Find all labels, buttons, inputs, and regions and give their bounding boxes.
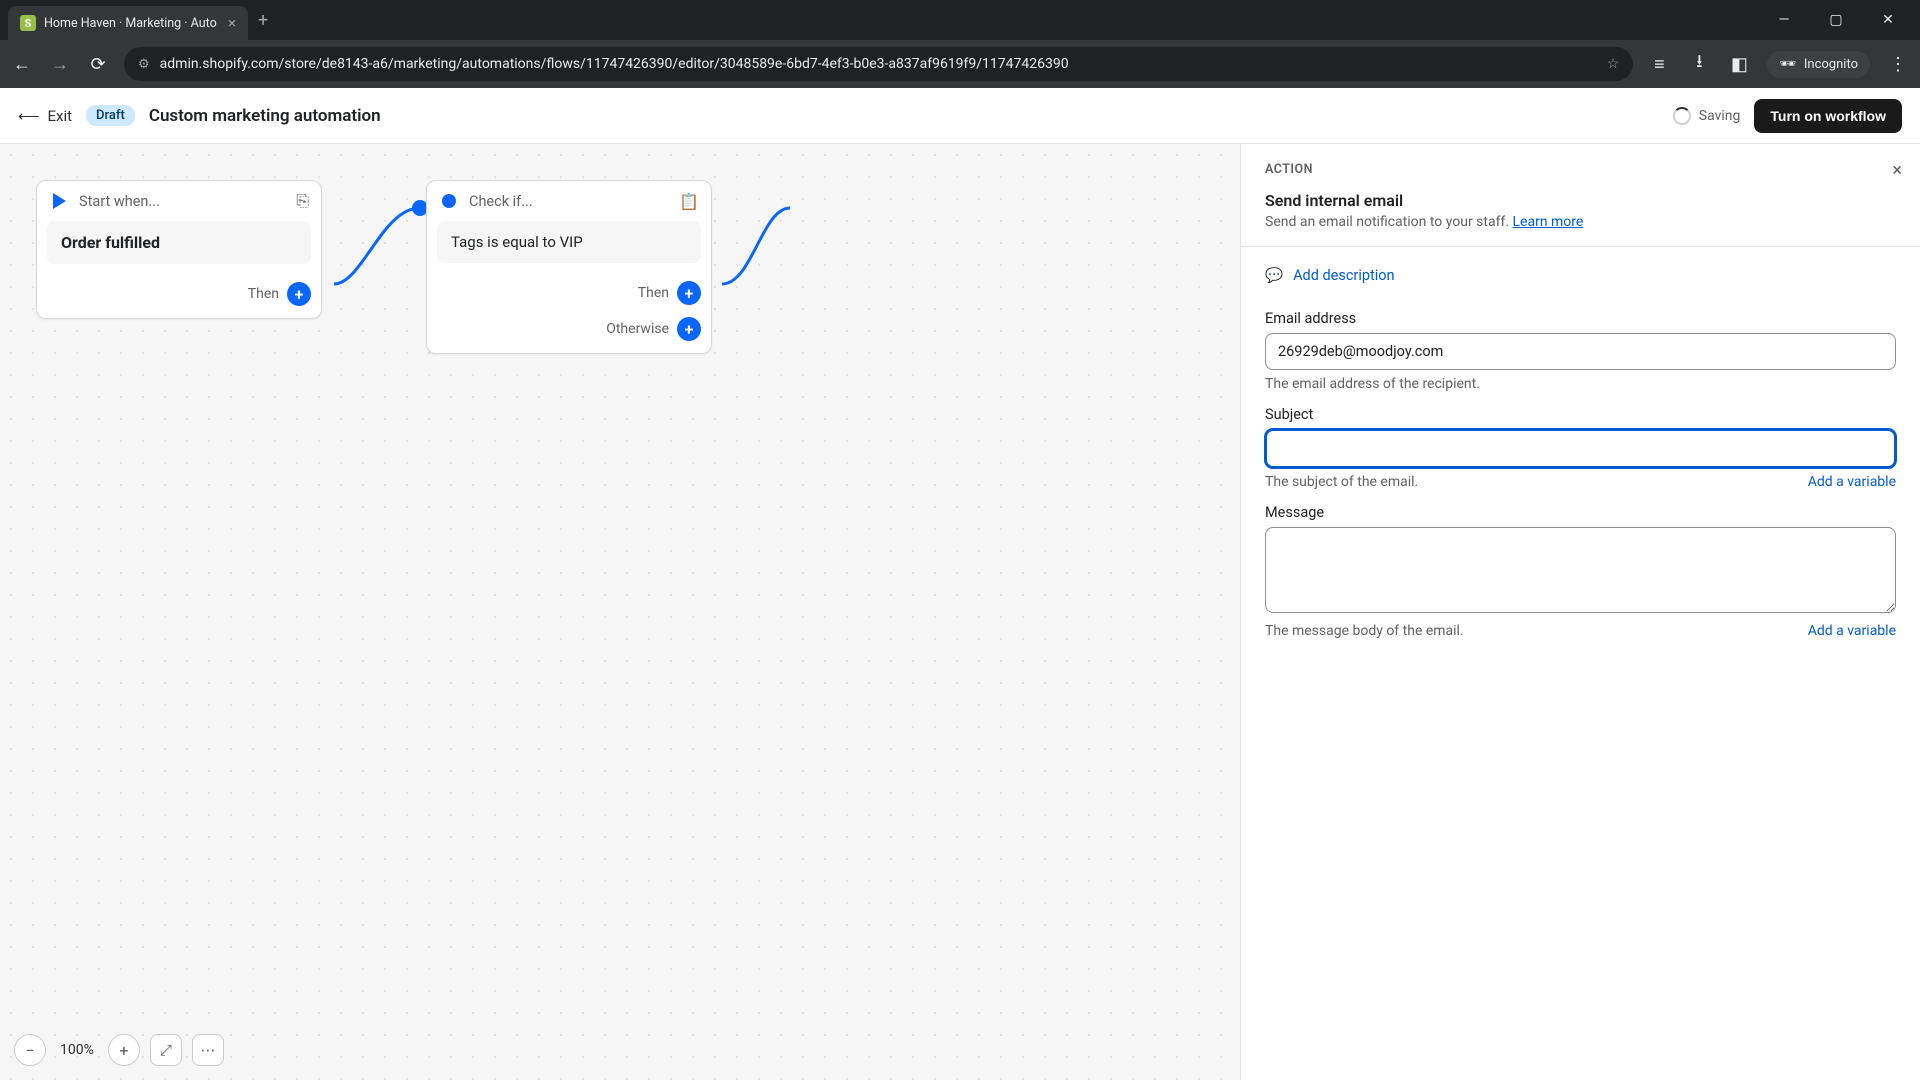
close-window-icon[interactable]: ✕	[1874, 12, 1902, 28]
zoom-out-button[interactable]: −	[14, 1034, 46, 1066]
fit-view-button[interactable]: ⤢	[150, 1034, 182, 1066]
start-node[interactable]: Start when... ⎘ Order fulfilled Then +	[36, 180, 322, 319]
message-label: Message	[1265, 504, 1896, 521]
start-node-body: Order fulfilled	[47, 221, 311, 264]
action-panel: × ACTION Send internal email Send an ema…	[1240, 144, 1920, 1080]
extensions-icon[interactable]: ≡	[1647, 54, 1671, 75]
site-settings-icon[interactable]: ⚙	[138, 57, 150, 72]
downloads-icon[interactable]: ⭳	[1687, 49, 1711, 79]
check-node-title: Check if...	[469, 193, 669, 210]
learn-more-link[interactable]: Learn more	[1513, 214, 1584, 230]
email-help: The email address of the recipient.	[1265, 376, 1480, 392]
canvas-more-button[interactable]: ⋯	[192, 1034, 224, 1066]
clipboard-icon: 📋	[679, 192, 699, 211]
workflow-canvas[interactable]: Start when... ⎘ Order fulfilled Then + C…	[0, 144, 1240, 1080]
url-text: admin.shopify.com/store/de8143-a6/market…	[160, 56, 1597, 72]
check-node[interactable]: Check if... 📋 Tags is equal to VIP Then …	[426, 180, 712, 354]
address-bar: ← → ⟳ ⚙ admin.shopify.com/store/de8143-a…	[0, 40, 1920, 88]
incognito-label: Incognito	[1804, 57, 1858, 72]
app-root: ⟵ Exit Draft Custom marketing automation…	[0, 88, 1920, 1080]
subject-add-variable-link[interactable]: Add a variable	[1808, 474, 1896, 490]
app-header: ⟵ Exit Draft Custom marketing automation…	[0, 88, 1920, 144]
email-input[interactable]	[1265, 333, 1896, 370]
otherwise-label: Otherwise	[606, 321, 669, 337]
start-node-header: Start when... ⎘	[37, 181, 321, 221]
exit-button[interactable]: ⟵ Exit	[18, 107, 72, 125]
add-step-button[interactable]: +	[287, 282, 311, 306]
zoom-toolbar: − 100% + ⤢ ⋯	[14, 1034, 224, 1066]
new-tab-button[interactable]: +	[258, 10, 268, 31]
check-node-body: Tags is equal to VIP	[437, 221, 701, 263]
side-panel-icon[interactable]: ◧	[1727, 54, 1751, 75]
page-title: Custom marketing automation	[149, 106, 381, 126]
minimize-icon[interactable]: ―	[1770, 12, 1798, 28]
add-otherwise-step-button[interactable]: +	[677, 317, 701, 341]
saving-indicator: Saving	[1673, 107, 1741, 125]
turn-on-workflow-button[interactable]: Turn on workflow	[1754, 99, 1902, 133]
browser-menu-icon[interactable]: ⋮	[1886, 54, 1910, 75]
play-icon	[49, 191, 69, 211]
tab-title: Home Haven · Marketing · Auto	[44, 16, 220, 31]
add-then-step-button[interactable]: +	[677, 281, 701, 305]
tab-close-icon[interactable]: ×	[228, 14, 236, 32]
subject-input[interactable]	[1265, 429, 1896, 468]
then-label: Then	[248, 286, 279, 302]
check-node-header: Check if... 📋	[427, 181, 711, 221]
exit-arrow-icon: ⟵	[18, 107, 40, 125]
subject-label: Subject	[1265, 406, 1896, 423]
url-field[interactable]: ⚙ admin.shopify.com/store/de8143-a6/mark…	[124, 47, 1633, 81]
email-label: Email address	[1265, 310, 1896, 327]
message-textarea[interactable]	[1265, 527, 1896, 613]
shopify-favicon: S	[20, 15, 36, 31]
start-node-title: Start when...	[79, 193, 286, 210]
subject-help: The subject of the email.	[1265, 474, 1418, 490]
add-description-button[interactable]: 💬 Add description	[1265, 263, 1896, 296]
then-label: Then	[638, 285, 669, 301]
condition-icon	[439, 191, 459, 211]
start-node-footer: Then +	[37, 274, 321, 318]
zoom-in-button[interactable]: +	[108, 1034, 140, 1066]
close-panel-icon[interactable]: ×	[1892, 160, 1902, 181]
inbox-icon: ⎘	[296, 191, 309, 211]
incognito-indicator[interactable]: 🕶 Incognito	[1767, 51, 1870, 78]
bookmark-star-icon[interactable]: ☆	[1607, 56, 1620, 72]
check-node-otherwise: Otherwise +	[427, 317, 711, 353]
draft-badge: Draft	[86, 105, 135, 126]
divider	[1241, 246, 1920, 247]
message-add-variable-link[interactable]: Add a variable	[1808, 623, 1896, 639]
back-icon[interactable]: ←	[10, 54, 34, 75]
tab-bar: S Home Haven · Marketing · Auto × + ― ▢ …	[0, 0, 1920, 40]
add-description-label: Add description	[1293, 267, 1394, 284]
panel-eyebrow: ACTION	[1265, 162, 1896, 177]
zoom-value: 100%	[56, 1042, 98, 1058]
saving-label: Saving	[1699, 108, 1741, 124]
panel-title: Send internal email	[1265, 191, 1896, 210]
browser-chrome: S Home Haven · Marketing · Auto × + ― ▢ …	[0, 0, 1920, 88]
reload-icon[interactable]: ⟳	[86, 54, 110, 75]
panel-subtitle: Send an email notification to your staff…	[1265, 214, 1896, 230]
incognito-icon: 🕶	[1779, 57, 1796, 72]
workspace: Start when... ⎘ Order fulfilled Then + C…	[0, 144, 1920, 1080]
maximize-icon[interactable]: ▢	[1822, 12, 1850, 28]
check-node-then: Then +	[427, 273, 711, 317]
connector-line	[322, 198, 432, 298]
forward-icon[interactable]: →	[48, 54, 72, 75]
window-controls: ― ▢ ✕	[1770, 12, 1912, 28]
browser-tab[interactable]: S Home Haven · Marketing · Auto ×	[8, 6, 248, 40]
connector-line-2	[712, 198, 792, 298]
description-icon: 💬	[1265, 267, 1283, 284]
spinner-icon	[1673, 107, 1691, 125]
message-help: The message body of the email.	[1265, 623, 1464, 639]
exit-label: Exit	[48, 107, 73, 125]
panel-subtitle-text: Send an email notification to your staff…	[1265, 214, 1513, 230]
